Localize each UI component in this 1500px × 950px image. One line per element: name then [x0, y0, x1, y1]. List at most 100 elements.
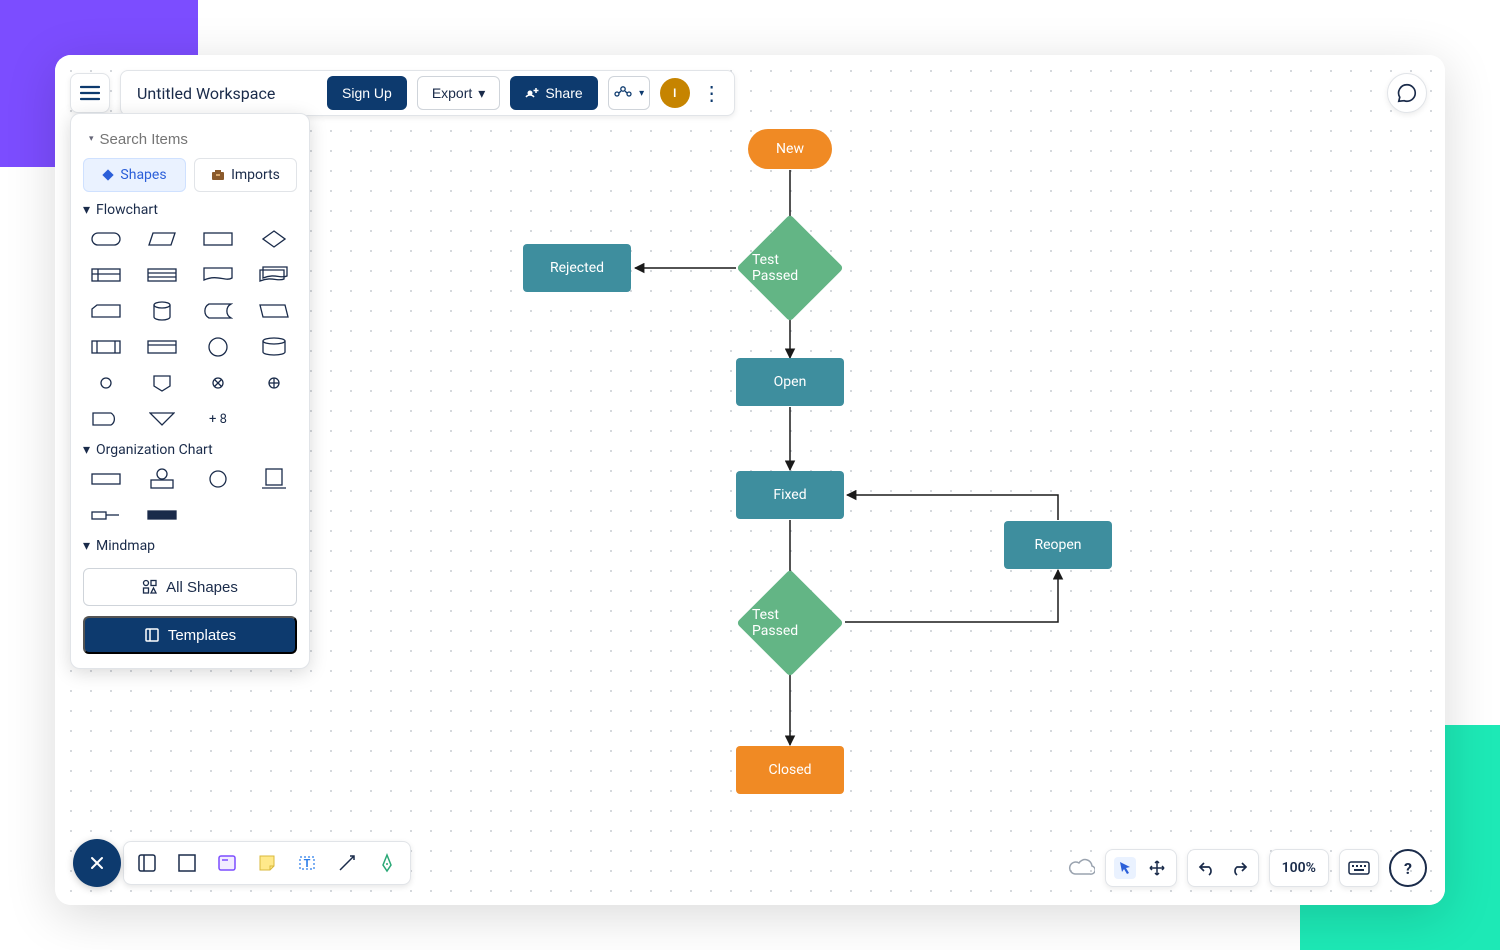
shape-org-square[interactable]	[251, 466, 297, 492]
redo-button[interactable]	[1228, 857, 1250, 879]
user-avatar[interactable]: I	[660, 78, 690, 108]
tool-connector[interactable]	[334, 850, 360, 876]
avatar-initial: I	[673, 86, 676, 100]
node-label: Open	[774, 374, 807, 390]
keyboard-group[interactable]	[1339, 849, 1379, 887]
workspace-title[interactable]: Untitled Workspace	[137, 84, 317, 103]
shape-org-solid[interactable]	[139, 502, 185, 528]
export-button[interactable]: Export▾	[417, 76, 501, 110]
tool-rectangle[interactable]	[174, 850, 200, 876]
shape-predefined[interactable]	[139, 262, 185, 288]
all-shapes-button[interactable]: All Shapes	[83, 568, 297, 606]
more-menu-button[interactable]: ⋮	[700, 76, 724, 110]
search-row: ▾	[83, 126, 297, 158]
teams-button[interactable]: ▾	[608, 76, 650, 110]
node-new[interactable]: New	[748, 129, 832, 169]
chat-button[interactable]	[1387, 73, 1427, 113]
svg-text:T: T	[304, 857, 311, 870]
shape-double-rect[interactable]	[83, 334, 129, 360]
share-button[interactable]: Share	[510, 76, 597, 110]
section-mindmap-label: Mindmap	[96, 538, 155, 554]
shape-cylinder[interactable]	[251, 334, 297, 360]
templates-button[interactable]: Templates	[83, 616, 297, 654]
shape-database[interactable]	[139, 298, 185, 324]
more-shapes-count[interactable]: + 8	[195, 406, 241, 432]
sign-up-button[interactable]: Sign Up	[327, 76, 407, 110]
shape-sum-junction[interactable]	[195, 370, 241, 396]
shape-terminator[interactable]	[83, 226, 129, 252]
templates-label: Templates	[168, 627, 236, 644]
templates-icon	[144, 627, 160, 643]
imports-tab-icon	[211, 169, 225, 181]
search-caret-icon[interactable]: ▾	[89, 134, 94, 144]
tab-imports-label: Imports	[231, 167, 280, 183]
collapse-icon: ▾	[83, 538, 90, 554]
shape-org-rect[interactable]	[83, 466, 129, 492]
node-label: Test Passed	[752, 252, 828, 284]
node-fixed[interactable]: Fixed	[736, 471, 844, 519]
node-label: Rejected	[550, 260, 604, 276]
node-open[interactable]: Open	[736, 358, 844, 406]
section-mindmap-header[interactable]: ▾ Mindmap	[83, 538, 297, 554]
section-flowchart-header[interactable]: ▾ Flowchart	[83, 202, 297, 218]
panel-footer: All Shapes Templates	[83, 568, 297, 654]
shape-decision[interactable]	[251, 226, 297, 252]
shape-multidocument[interactable]	[251, 262, 297, 288]
shape-delay[interactable]	[83, 406, 129, 432]
shape-org-person[interactable]	[139, 466, 185, 492]
shape-offpage[interactable]	[139, 370, 185, 396]
shape-header-rect[interactable]	[139, 334, 185, 360]
shapes-panel: ▾ Shapes Imports ▾ Flowchart	[70, 113, 310, 669]
shape-or[interactable]	[251, 370, 297, 396]
help-button[interactable]: ?	[1389, 849, 1427, 887]
tool-frame[interactable]	[134, 850, 160, 876]
tool-pen[interactable]	[374, 850, 400, 876]
bottom-right-controls: 100% ?	[1067, 849, 1427, 887]
pan-button[interactable]	[1146, 857, 1168, 879]
panel-tabs: Shapes Imports	[83, 158, 297, 192]
shape-manual-op[interactable]	[251, 298, 297, 324]
bottom-toolbar: T	[123, 841, 411, 885]
shape-document[interactable]	[195, 262, 241, 288]
shapes-tab-icon	[102, 169, 114, 181]
tab-imports[interactable]: Imports	[194, 158, 297, 192]
node-closed[interactable]: Closed	[736, 746, 844, 794]
share-icon	[525, 86, 539, 100]
tool-text[interactable]: T	[294, 850, 320, 876]
close-icon	[88, 854, 106, 872]
node-label: New	[776, 141, 804, 157]
share-label: Share	[545, 85, 582, 101]
shape-small-circle[interactable]	[83, 370, 129, 396]
teams-icon	[613, 84, 633, 102]
chat-icon	[1396, 82, 1418, 104]
shape-internal-storage[interactable]	[83, 262, 129, 288]
tool-sticky[interactable]	[254, 850, 280, 876]
shape-data[interactable]	[139, 226, 185, 252]
undo-button[interactable]	[1196, 857, 1218, 879]
zoom-group[interactable]: 100%	[1269, 849, 1329, 887]
app-window: New Test Passed Rejected Open Fixed Reop…	[55, 55, 1445, 905]
close-panel-button[interactable]	[73, 839, 121, 887]
keyboard-icon	[1348, 857, 1370, 879]
cloud-sync-icon[interactable]	[1067, 857, 1095, 879]
pointer-button[interactable]	[1114, 857, 1136, 879]
tool-card[interactable]	[214, 850, 240, 876]
search-input[interactable]	[100, 131, 299, 148]
shape-card[interactable]	[83, 298, 129, 324]
node-rejected[interactable]: Rejected	[523, 244, 631, 292]
node-label: Reopen	[1034, 537, 1081, 553]
tab-shapes[interactable]: Shapes	[83, 158, 186, 192]
menu-button[interactable]	[70, 73, 110, 113]
shape-org-branch[interactable]	[83, 502, 129, 528]
shape-org-circle[interactable]	[195, 466, 241, 492]
node-reopen[interactable]: Reopen	[1004, 521, 1112, 569]
shape-process[interactable]	[195, 226, 241, 252]
shape-merge[interactable]	[139, 406, 185, 432]
node-label: Closed	[768, 762, 811, 778]
shape-circle[interactable]	[195, 334, 241, 360]
flowchart-shapes-grid: + 8	[83, 226, 297, 432]
collapse-icon: ▾	[83, 442, 90, 458]
shape-stored-data[interactable]	[195, 298, 241, 324]
pointer-mode-group	[1105, 849, 1177, 887]
section-orgchart-header[interactable]: ▾ Organization Chart	[83, 442, 297, 458]
